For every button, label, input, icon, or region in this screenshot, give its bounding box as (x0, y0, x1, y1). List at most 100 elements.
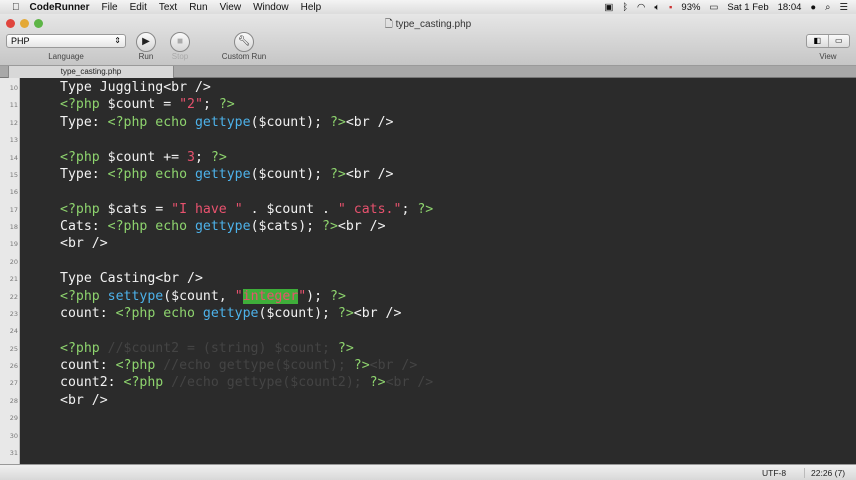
menu-file[interactable]: File (102, 2, 118, 13)
menu-app[interactable]: CodeRunner (30, 2, 90, 13)
list-icon[interactable]: ☰ (839, 2, 848, 13)
code-line[interactable]: Type: <?php echo gettype($count); ?><br … (60, 114, 394, 131)
window-toolbar: 🗋︎ type_casting.php PHP ⇕ Language ▶ Run … (0, 14, 856, 66)
code-line[interactable]: <?php $count += 3; ?> (60, 149, 227, 166)
tab-type-casting[interactable]: type_casting.php (8, 66, 174, 78)
run-button[interactable]: ▶ (136, 32, 156, 52)
code-token-fn: gettype (194, 166, 251, 182)
code-token-com: //echo gettype($count2); (171, 375, 370, 391)
code-token-str: "I have " (171, 201, 243, 217)
sidebar-view-icon[interactable]: ◧ (807, 35, 829, 47)
code-token-php: <?php echo (107, 166, 195, 182)
code-token-txt: Type: (60, 166, 108, 182)
code-line[interactable]: Type Casting<br /> (60, 270, 203, 287)
menu-view[interactable]: View (220, 2, 242, 13)
code-token-txt: <br /> (60, 236, 108, 252)
code-token-php: <?php echo (115, 305, 203, 321)
code-line[interactable]: <br /> (60, 235, 108, 252)
code-token-com: //$count2 = (string) $count; (107, 340, 338, 356)
run-label: Run (138, 52, 154, 61)
stop-label: Stop (171, 52, 189, 61)
code-token-str: " (298, 288, 307, 304)
code-token-php: ?> (353, 358, 370, 374)
volume-icon[interactable]: 🔈︎ (654, 2, 660, 13)
screen-record-icon[interactable]: ▣ (604, 2, 613, 13)
bluetooth-icon[interactable]: ᛒ (622, 2, 628, 13)
menu-run[interactable]: Run (189, 2, 207, 13)
language-label: Language (48, 52, 84, 61)
line-number: 12 (9, 118, 18, 127)
code-token-php: ?> (329, 166, 346, 182)
code-token-txt: ; (202, 97, 219, 113)
code-token-txt: ; (195, 149, 211, 165)
code-line[interactable]: count: <?php //echo gettype($count); ?><… (60, 357, 417, 374)
search-icon[interactable]: ⌕ (825, 2, 830, 13)
code-token-txt: ($count); (258, 305, 338, 321)
line-number: 31 (9, 448, 18, 457)
document-icon: 🗋︎ (384, 19, 396, 30)
menu-text[interactable]: Text (159, 2, 177, 13)
code-line[interactable]: <?php $count = "2"; ?> (60, 96, 235, 113)
line-number: 14 (9, 153, 18, 162)
tab-bar: type_casting.php (0, 66, 856, 78)
view-toggle[interactable]: ◧ ▭ (806, 34, 850, 48)
code-token-txt: <br /> (337, 219, 386, 235)
line-number: 20 (9, 257, 18, 266)
code-token-txt: Type Juggling<br /> (60, 80, 211, 95)
menu-help[interactable]: Help (301, 2, 322, 13)
code-line[interactable]: Cats: <?php echo gettype($cats); ?><br /… (60, 218, 386, 235)
line-number-gutter: 10 11 12 13 14 15 16 17 18 19 20 21 22 23 24 25 26 27 28 29… (0, 78, 20, 464)
code-token-txt: Cats: (60, 219, 108, 235)
code-token-txt: ($cats); (250, 219, 323, 235)
code-token-txt: ($count); (250, 114, 330, 130)
code-token-com: //echo gettype($count); (163, 358, 354, 374)
wifi-icon[interactable]: ◠ (637, 2, 645, 13)
code-line[interactable]: <?php settype($count, "integer"); ?> (60, 288, 346, 305)
line-number: 16 (9, 188, 18, 197)
language-select[interactable]: PHP ⇕ (6, 34, 126, 48)
line-number: 30 (9, 431, 18, 440)
battery-percent[interactable]: 93% (681, 2, 700, 13)
code-line[interactable]: count2: <?php //echo gettype($count2); ?… (60, 374, 433, 391)
line-number: 25 (9, 344, 18, 353)
code-editor[interactable]: Type Juggling<br /> <?php $count = "2"; ?… (20, 78, 856, 464)
code-token-php: <?php (60, 340, 108, 356)
code-token-hl: integer (242, 288, 299, 304)
custom-run-button[interactable]: 🔧︎ (234, 32, 254, 52)
wrench-icon: 🔧︎ (237, 36, 251, 47)
code-line[interactable]: <?php //$count2 = (string) $count; ?> (60, 340, 354, 357)
apple-icon[interactable]:  (12, 2, 20, 13)
line-number: 22 (9, 292, 18, 301)
bottom-view-icon[interactable]: ▭ (829, 35, 850, 47)
play-icon: ▶ (142, 36, 150, 47)
chevron-updown-icon: ⇕ (114, 36, 121, 45)
code-line[interactable]: <br /> (60, 392, 108, 409)
code-token-php: ?> (330, 288, 346, 304)
window-title: 🗋︎ type_casting.php (384, 19, 472, 30)
code-line[interactable]: count: <?php echo gettype($count); ?><br… (60, 305, 401, 322)
code-token-php: ?> (218, 97, 235, 113)
code-token-txt: ; (401, 201, 418, 217)
menu-window[interactable]: Window (253, 2, 289, 13)
line-number: 10 (9, 84, 18, 92)
encoding-select[interactable]: UTF-8 (762, 468, 786, 478)
code-token-txt: <br /> (345, 166, 394, 182)
flag-icon[interactable]: ▪ (669, 2, 672, 13)
line-number: 19 (9, 240, 18, 249)
code-line[interactable]: Type Juggling<br /> (60, 79, 211, 96)
user-icon[interactable]: ● (810, 2, 816, 13)
code-token-txt: <br /> (345, 114, 394, 130)
stop-button[interactable]: ■ (170, 32, 190, 52)
clock[interactable]: 18:04 (778, 2, 802, 13)
code-token-txt: count: (60, 305, 116, 321)
menu-bar:  CodeRunner File Edit Text Run View Win… (0, 0, 856, 14)
line-number: 11 (9, 101, 18, 110)
battery-icon[interactable]: ▭ (709, 2, 718, 13)
code-line[interactable]: Type: <?php echo gettype($count); ?><br … (60, 166, 394, 183)
code-line[interactable]: <?php $cats = "I have " . $count . " cat… (60, 201, 433, 218)
line-number: 23 (9, 309, 18, 318)
code-token-php: ?> (337, 305, 354, 321)
date[interactable]: Sat 1 Feb (727, 2, 768, 13)
line-number: 13 (9, 136, 18, 145)
menu-edit[interactable]: Edit (130, 2, 147, 13)
